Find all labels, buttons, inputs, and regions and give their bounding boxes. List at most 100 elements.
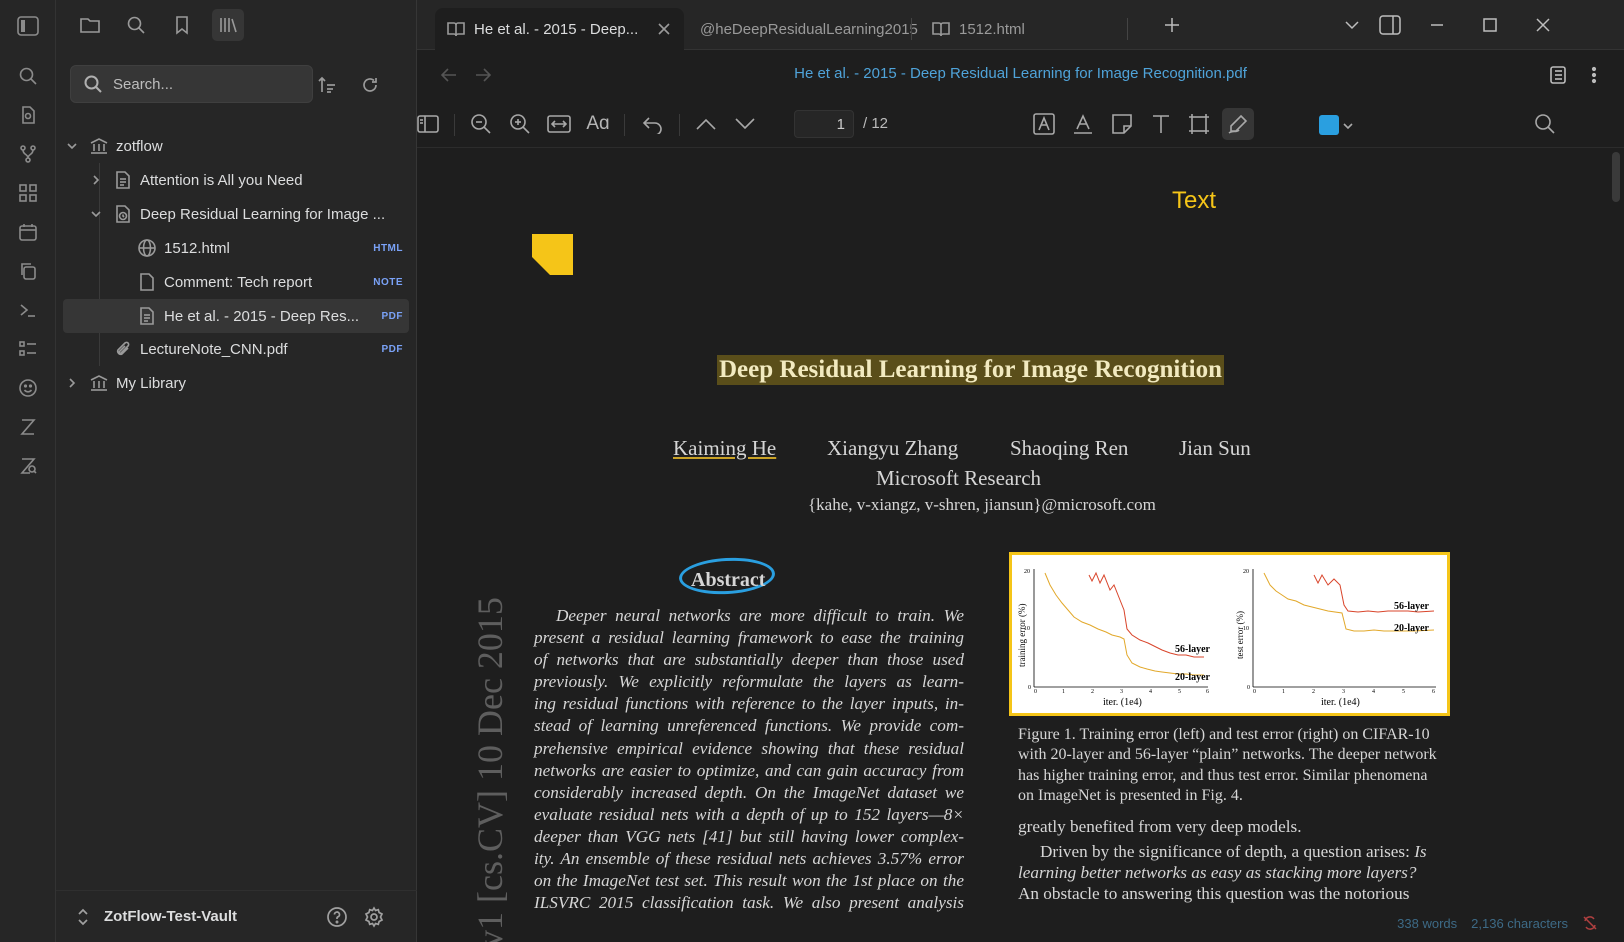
appearance-icon[interactable]: Aɑ bbox=[582, 108, 614, 140]
find-in-document-icon[interactable] bbox=[1529, 108, 1561, 140]
x-tick: 3 bbox=[1120, 689, 1123, 695]
sticky-note-annotation-icon[interactable] bbox=[532, 234, 573, 275]
smiley-icon[interactable] bbox=[12, 372, 44, 404]
chevron-down-icon[interactable] bbox=[1342, 118, 1354, 135]
tree-item-he-pdf[interactable]: He et al. - 2015 - Deep Res... PDF bbox=[63, 299, 409, 333]
list-icon[interactable] bbox=[12, 333, 44, 365]
caption-line: Figure 1. Training error (left) and test… bbox=[1018, 726, 1430, 743]
body-text-italic: Is bbox=[1414, 842, 1427, 861]
tab-citekey[interactable]: @heDeepResidualLearning2015 bbox=[688, 8, 930, 50]
maximize-icon[interactable] bbox=[1475, 10, 1505, 40]
fit-width-icon[interactable] bbox=[543, 108, 575, 140]
note-annotation-icon[interactable] bbox=[1106, 108, 1138, 140]
abstract-line: networks are easier to optimize, and can… bbox=[534, 760, 964, 780]
caption-line: has higher training error, and thus test… bbox=[1018, 766, 1428, 784]
x-tick: 5 bbox=[1402, 689, 1405, 695]
body-text-plain: Driven by the significance of depth, a q… bbox=[1040, 842, 1415, 861]
more-options-icon[interactable] bbox=[1581, 62, 1607, 88]
ink-draw-icon[interactable] bbox=[1222, 108, 1254, 140]
tab-bar: He et al. - 2015 - Deep... @heDeepResidu… bbox=[417, 0, 1624, 50]
view-header: He et al. - 2015 - Deep Residual Learnin… bbox=[417, 50, 1624, 100]
search-icon[interactable] bbox=[12, 60, 44, 92]
search-field[interactable] bbox=[70, 65, 313, 103]
tree-item-attention[interactable]: Attention is All you Need bbox=[88, 163, 409, 197]
undo-icon[interactable] bbox=[637, 108, 669, 140]
book-open-icon bbox=[932, 22, 950, 37]
search-input[interactable] bbox=[113, 75, 293, 93]
chevron-down-icon[interactable] bbox=[64, 138, 80, 154]
x-tick: 0 bbox=[1034, 689, 1037, 695]
figure-1-plots: 20 10 0 training error (%) 0 1 2 3 4 5 6… bbox=[1017, 569, 1436, 708]
file-type-badge: PDF bbox=[381, 343, 403, 355]
tab-list-chevron-icon[interactable] bbox=[1337, 10, 1367, 40]
figure-image-annotation[interactable]: 20 10 0 training error (%) 0 1 2 3 4 5 6… bbox=[1009, 552, 1450, 716]
terminal-icon[interactable] bbox=[12, 294, 44, 326]
abstract-body: Deeper neural networks are more difficul… bbox=[534, 605, 964, 914]
tree-item-comment[interactable]: Comment: Tech report NOTE bbox=[112, 265, 409, 299]
pdf-viewer[interactable]: Text Deep Residual Learning for Image Re… bbox=[417, 148, 1624, 942]
area-select-icon[interactable] bbox=[1183, 108, 1215, 140]
sidebar-footer: ZotFlow-Test-Vault bbox=[56, 890, 417, 942]
file-search-icon[interactable] bbox=[12, 99, 44, 131]
bookmark-icon[interactable] bbox=[166, 9, 198, 41]
author-name: Xiangyu Zhang bbox=[827, 436, 959, 460]
refresh-icon[interactable] bbox=[355, 70, 385, 100]
reading-view-icon[interactable] bbox=[1545, 62, 1571, 88]
sidebar-toggle-icon[interactable] bbox=[12, 12, 44, 40]
highlight-text-icon[interactable] bbox=[1028, 108, 1060, 140]
tree-item-1512-html[interactable]: 1512.html HTML bbox=[112, 231, 409, 265]
sync-disabled-icon[interactable] bbox=[1582, 915, 1598, 931]
underline-text-icon[interactable] bbox=[1067, 108, 1099, 140]
chevron-right-icon[interactable] bbox=[64, 375, 80, 391]
previous-page-icon[interactable] bbox=[690, 108, 722, 140]
grid-icon[interactable] bbox=[12, 177, 44, 209]
search-input-icon bbox=[84, 75, 102, 93]
next-page-icon[interactable] bbox=[729, 108, 761, 140]
tree-item-zotflow[interactable]: zotflow bbox=[64, 129, 409, 163]
folder-icon[interactable] bbox=[74, 9, 106, 41]
abstract-line: deeper than VGG nets [41] but still havi… bbox=[534, 826, 964, 846]
toggle-sidebar-view-icon[interactable] bbox=[412, 108, 444, 140]
tree-item-lecture-note[interactable]: LectureNote_CNN.pdf PDF bbox=[88, 332, 409, 366]
calendar-icon[interactable] bbox=[12, 216, 44, 248]
zotero-icon[interactable] bbox=[12, 411, 44, 443]
toolbar-separator bbox=[624, 114, 625, 136]
toolbar-separator bbox=[679, 114, 680, 136]
right-sidebar-toggle-icon[interactable] bbox=[1375, 10, 1405, 40]
abstract-line: present a residual learning framework to… bbox=[534, 628, 964, 648]
git-branch-icon[interactable] bbox=[12, 138, 44, 170]
close-tab-icon[interactable] bbox=[657, 22, 671, 36]
page-number-input[interactable] bbox=[794, 110, 854, 138]
zotero-search-icon[interactable] bbox=[12, 450, 44, 482]
toolbar-separator bbox=[454, 114, 455, 136]
annotation-color-swatch[interactable] bbox=[1319, 115, 1339, 135]
zoom-in-icon[interactable] bbox=[504, 108, 536, 140]
vault-switcher[interactable]: ZotFlow-Test-Vault bbox=[76, 908, 237, 926]
tree-item-my-library[interactable]: My Library bbox=[64, 366, 409, 400]
copy-icon[interactable] bbox=[12, 255, 44, 287]
page-total: / 12 bbox=[863, 115, 889, 132]
vertical-scrollbar[interactable] bbox=[1612, 152, 1620, 202]
tree-item-label: zotflow bbox=[116, 137, 163, 155]
sort-icon[interactable] bbox=[312, 70, 342, 100]
view-title[interactable]: He et al. - 2015 - Deep Residual Learnin… bbox=[417, 65, 1624, 82]
tab-pdf[interactable]: He et al. - 2015 - Deep... bbox=[435, 8, 684, 50]
arxiv-stamp: v1 [cs.CV] 10 Dec 2015 bbox=[465, 538, 510, 942]
search-tab-icon[interactable] bbox=[120, 9, 152, 41]
tab-html[interactable]: 1512.html bbox=[920, 8, 1037, 50]
text-annotation-icon[interactable] bbox=[1145, 108, 1177, 140]
zoom-out-icon[interactable] bbox=[465, 108, 497, 140]
chevron-right-icon[interactable] bbox=[88, 172, 104, 188]
settings-gear-icon[interactable] bbox=[360, 903, 388, 931]
tab-label: He et al. - 2015 - Deep... bbox=[474, 20, 639, 38]
minimize-icon[interactable] bbox=[1422, 10, 1452, 40]
close-window-icon[interactable] bbox=[1528, 10, 1558, 40]
chevron-down-icon[interactable] bbox=[88, 206, 104, 222]
tree-item-deep-residual[interactable]: Deep Residual Learning for Image ... bbox=[88, 197, 409, 231]
freetext-annotation[interactable]: Text bbox=[1172, 187, 1216, 215]
new-tab-icon[interactable] bbox=[1157, 10, 1187, 40]
library-tab-icon[interactable] bbox=[212, 9, 244, 41]
help-icon[interactable] bbox=[323, 903, 351, 931]
abstract-line: on the ImageNet test set. This result wo… bbox=[534, 871, 964, 891]
file-type-badge: PDF bbox=[381, 310, 403, 322]
